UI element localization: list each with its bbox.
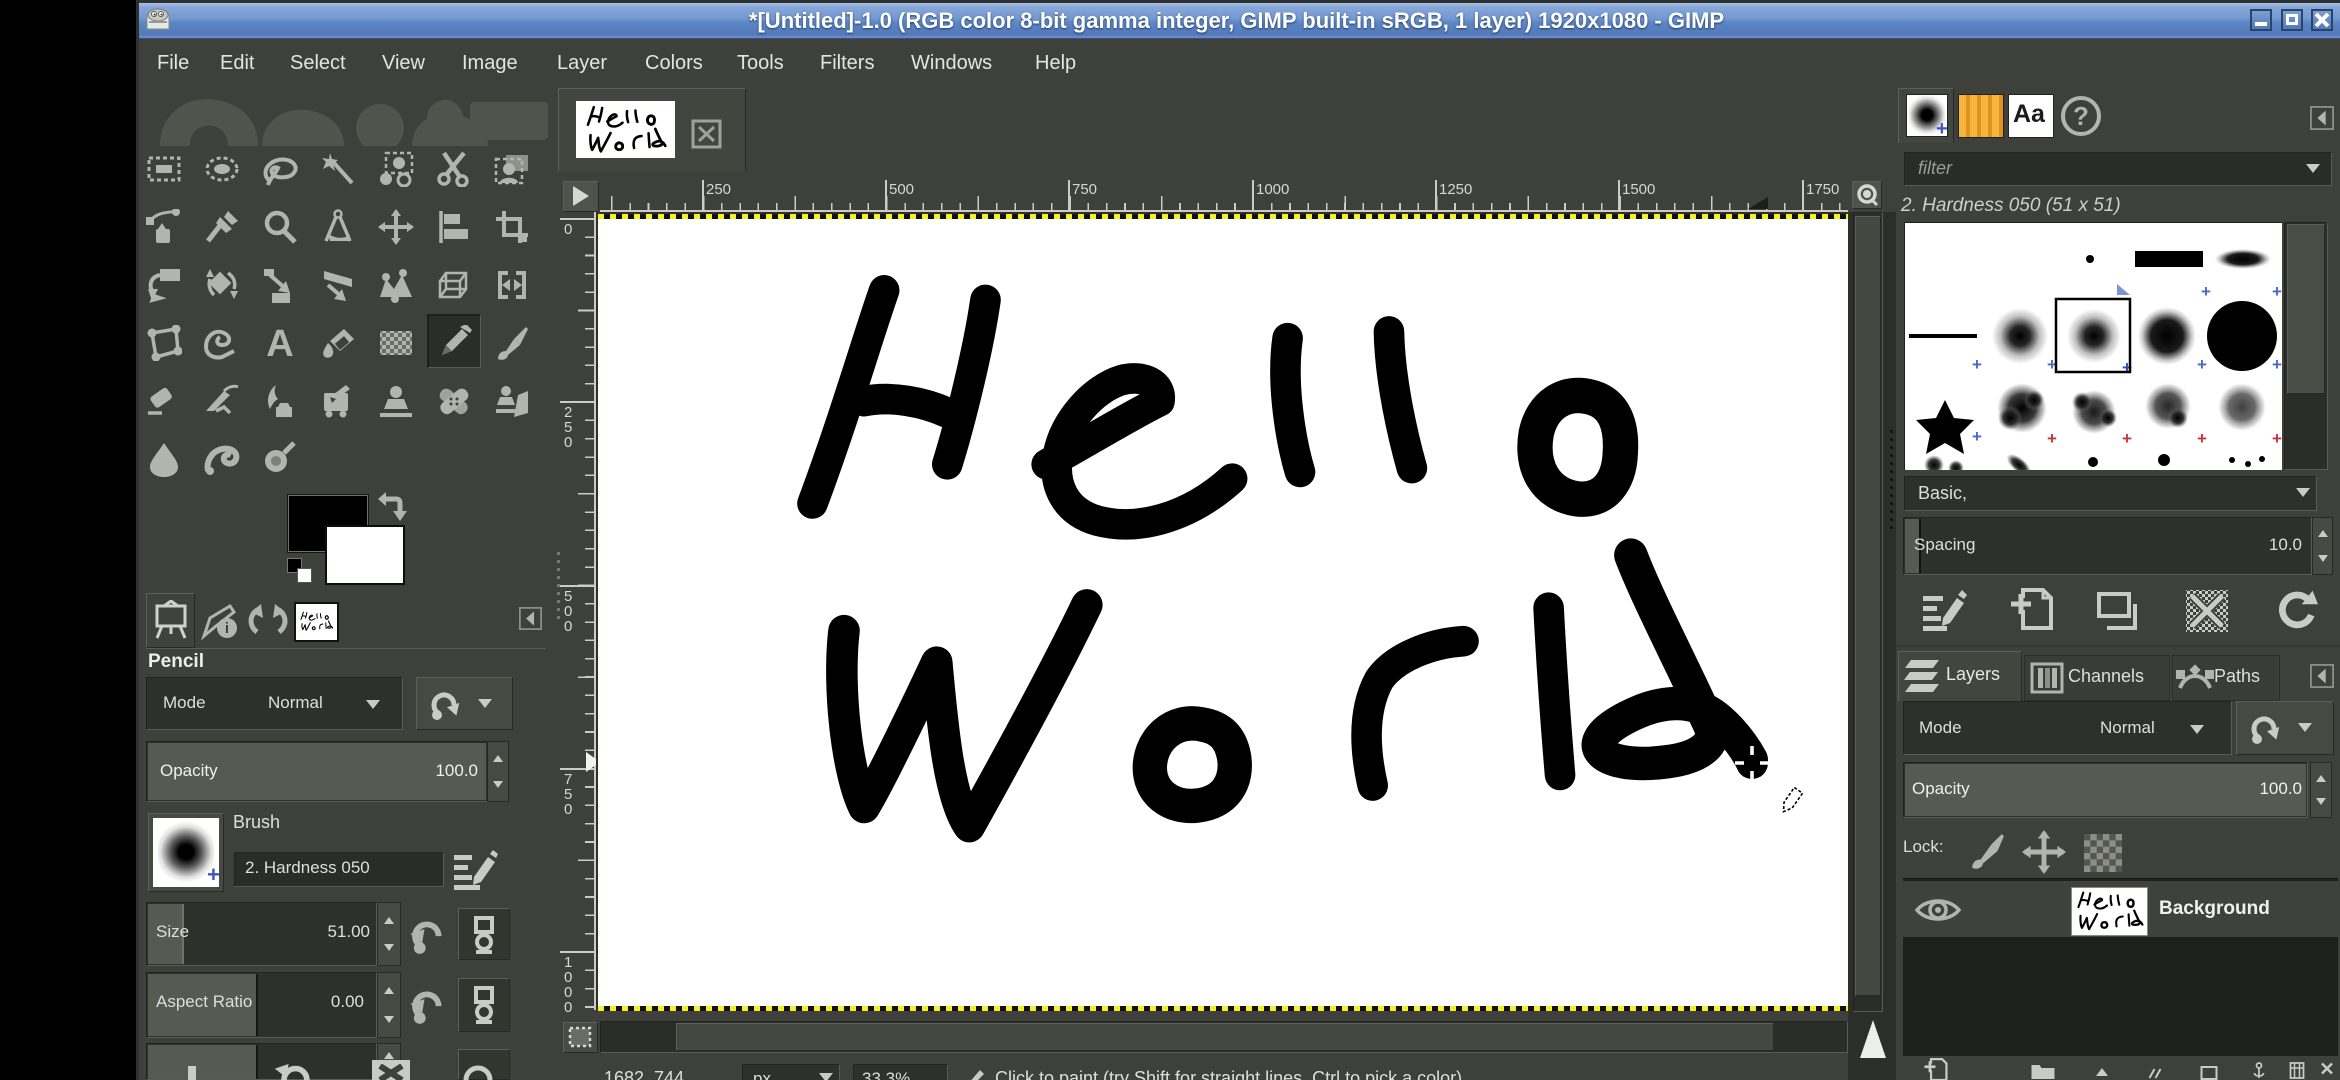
svg-text:+: + — [2272, 429, 2282, 448]
svg-text:+: + — [2047, 429, 2057, 448]
svg-text:i: i — [225, 620, 229, 637]
svg-text:+: + — [2197, 429, 2207, 448]
svg-text:A: A — [266, 325, 293, 361]
svg-text:+: + — [1972, 427, 1982, 446]
svg-text:+: + — [2122, 429, 2132, 448]
svg-text:+: + — [2272, 282, 2282, 301]
svg-text:?: ? — [2073, 101, 2089, 131]
svg-text:+: + — [2201, 282, 2211, 301]
svg-text:+: + — [1972, 355, 1982, 374]
svg-text:+: + — [2197, 355, 2207, 374]
svg-text:+: + — [2272, 355, 2282, 374]
